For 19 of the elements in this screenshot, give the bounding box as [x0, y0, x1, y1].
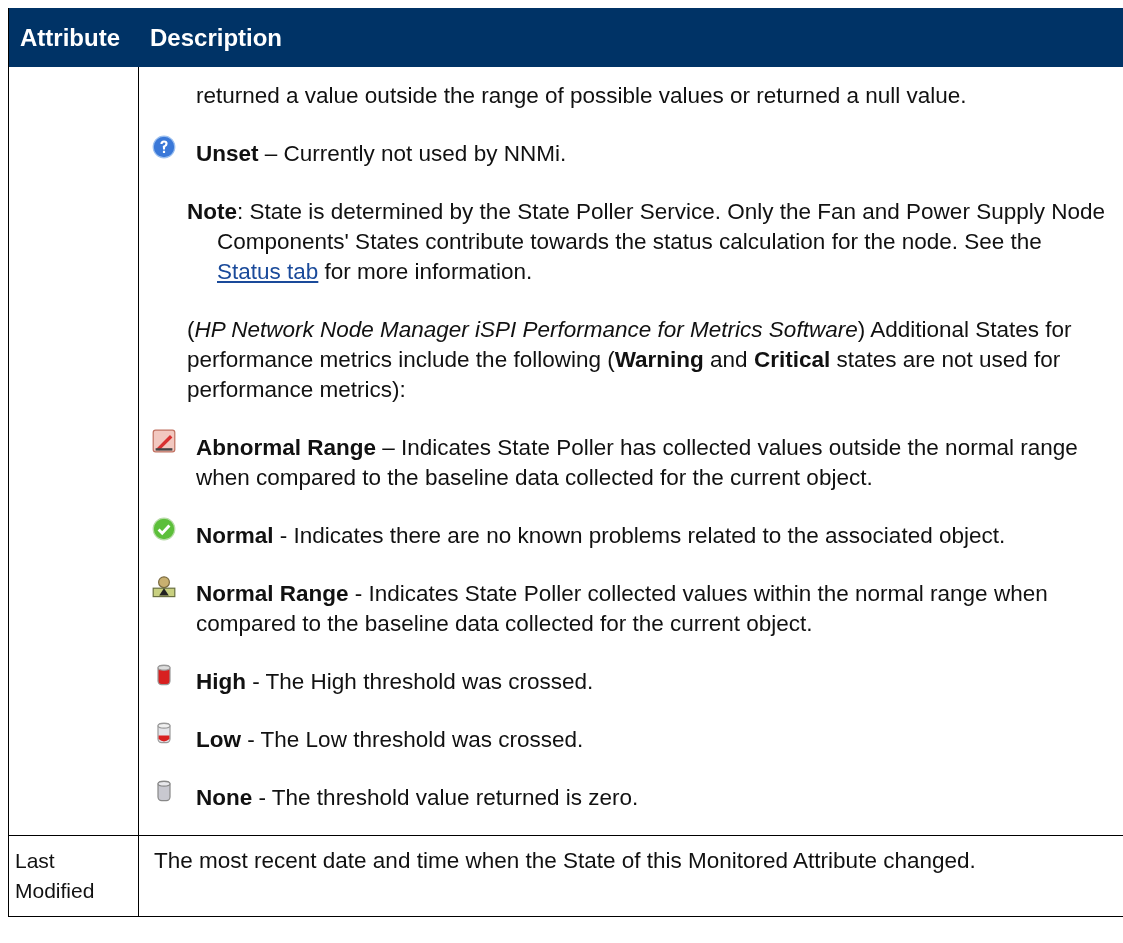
state-description: High - The High threshold was crossed. [196, 668, 594, 696]
column-header: Attribute [19, 23, 121, 52]
state-description: None - The threshold value returned is zero. [196, 784, 639, 812]
description-text: returned a value outside the range of possible values or returned a null value. [195, 82, 968, 110]
help-icon [152, 135, 176, 159]
pencil-icon [152, 429, 176, 453]
check-circle-icon [152, 517, 176, 541]
state-description: Normal Range - Indicates State Poller collected values within the normal range when compared to the baseline data collected for the current object. [196, 580, 1049, 638]
state-description: Unset – Currently not used by NNMi. [196, 140, 567, 168]
gauge-icon [152, 575, 176, 599]
state-description: Low - The Low threshold was crossed. [196, 726, 584, 754]
description-text: The most recent date and time when the State of this Monitored Attribute changed. [154, 847, 977, 875]
state-description: Abnormal Range – Indicates State Poller has collected values outside the normal range when compared to the baseline data collected for the current object. [196, 434, 1079, 492]
attribute-cell: Last Modified [9, 836, 139, 916]
column-header: Description [149, 23, 284, 52]
paragraph-text: (HP Network Node Manager iSPI Performance for Metrics Software) Additional States for performance metrics include the following (Warning and Critical states are not used for performance metrics): [187, 316, 1073, 404]
status-tab-link[interactable]: Status tab [217, 259, 319, 284]
note-text: Note: State is determined by the State Poller Service. Only the Fan and Power Supply Node Components' States contribute towards the status calculation for the node. See the Status tab for more information. [187, 198, 1106, 286]
state-description: Normal - Indicates there are no known problems related to the associated object. [196, 522, 1006, 550]
